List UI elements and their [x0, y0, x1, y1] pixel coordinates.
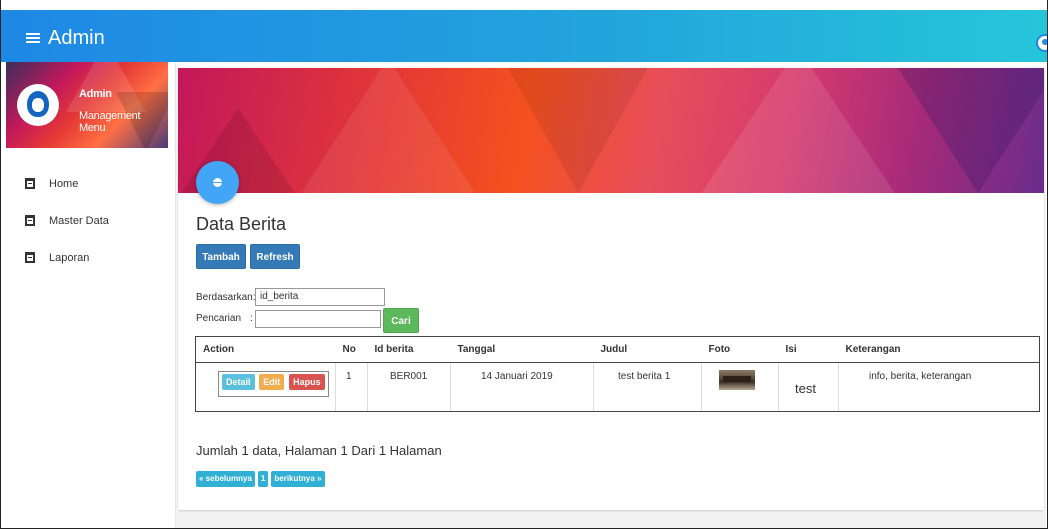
search-colon: : — [250, 313, 253, 324]
col-header-keterangan: Keterangan — [838, 336, 1040, 363]
col-header-tanggal: Tanggal — [450, 336, 594, 363]
clipboard-icon — [25, 252, 35, 263]
window-top-margin — [0, 0, 1048, 10]
sidebar-item-master-data[interactable]: Master Data — [0, 202, 176, 239]
clipboard-icon — [25, 215, 35, 226]
sidebar: Admin Management Menu Home Master Data L… — [0, 62, 176, 528]
delete-button[interactable]: Hapus — [289, 374, 325, 390]
col-header-id: Id berita — [367, 336, 451, 363]
sidebar-item-label: Laporan — [49, 251, 90, 264]
prev-page-button[interactable]: « sebelumnya — [196, 471, 255, 487]
sidebar-item-home[interactable]: Home — [0, 165, 176, 202]
sidebar-item-label: Home — [49, 177, 79, 190]
col-header-foto: Foto — [701, 336, 779, 363]
add-button[interactable]: Tambah — [196, 244, 246, 269]
news-table: Action No Id berita Tanggal Judul Foto I… — [195, 336, 1040, 412]
filter-by-label: Berdasarkan: — [196, 292, 256, 303]
pagination-summary: Jumlah 1 data, Halaman 1 Dari 1 Halaman — [196, 443, 442, 458]
sidebar-nav: Home Master Data Laporan — [0, 165, 176, 276]
detail-button[interactable]: Detail — [222, 374, 255, 390]
cell-no: 1 — [335, 362, 368, 412]
news-photo-thumbnail — [719, 370, 755, 390]
refresh-button[interactable]: Refresh — [250, 244, 300, 269]
col-header-isi: Isi — [778, 336, 839, 363]
filter-by-select[interactable]: id_berita — [255, 288, 385, 306]
cell-judul: test berita 1 — [593, 362, 702, 412]
cell-isi: test — [778, 362, 839, 412]
cell-keterangan: info, berita, keterangan — [838, 362, 1040, 412]
header-banner — [178, 68, 1044, 193]
sidebar-item-laporan[interactable]: Laporan — [0, 239, 176, 276]
main-background — [176, 512, 1046, 528]
user-avatar-icon[interactable] — [1036, 34, 1048, 52]
table-row: Detail Edit Hapus 1 BER001 14 Januari 20… — [195, 362, 1040, 412]
hamburger-icon[interactable] — [26, 33, 40, 44]
profile-name: Admin — [79, 88, 112, 100]
col-header-action: Action — [195, 336, 336, 363]
app-title: Admin — [48, 27, 105, 49]
content-card: Data Berita Tambah Refresh Berdasarkan: … — [178, 68, 1044, 510]
profile-subtitle: Management Menu — [79, 110, 141, 134]
sidebar-profile: Admin Management Menu — [6, 62, 168, 148]
col-header-judul: Judul — [593, 336, 702, 363]
search-button[interactable]: Cari — [383, 308, 419, 333]
clipboard-icon — [25, 178, 35, 189]
floating-action-button[interactable] — [196, 161, 239, 204]
search-label: Pencarian — [196, 313, 242, 324]
top-navbar: Admin — [0, 10, 1048, 62]
cell-foto — [701, 362, 779, 412]
page-title: Data Berita — [196, 214, 287, 234]
globe-icon — [212, 178, 223, 187]
edit-button[interactable]: Edit — [259, 374, 285, 390]
table-header-row: Action No Id berita Tanggal Judul Foto I… — [195, 336, 1040, 363]
page-1-button[interactable]: 1 — [257, 471, 269, 487]
search-input[interactable] — [255, 310, 381, 328]
col-header-no: No — [335, 336, 368, 363]
cell-id: BER001 — [367, 362, 451, 412]
profile-avatar — [17, 84, 59, 126]
cell-action: Detail Edit Hapus — [195, 362, 336, 412]
cell-tanggal: 14 Januari 2019 — [450, 362, 594, 412]
next-page-button[interactable]: berikutnya » — [271, 471, 325, 487]
sidebar-item-label: Master Data — [49, 214, 109, 227]
pagination: « sebelumnya 1 berikutnya » — [196, 471, 328, 487]
